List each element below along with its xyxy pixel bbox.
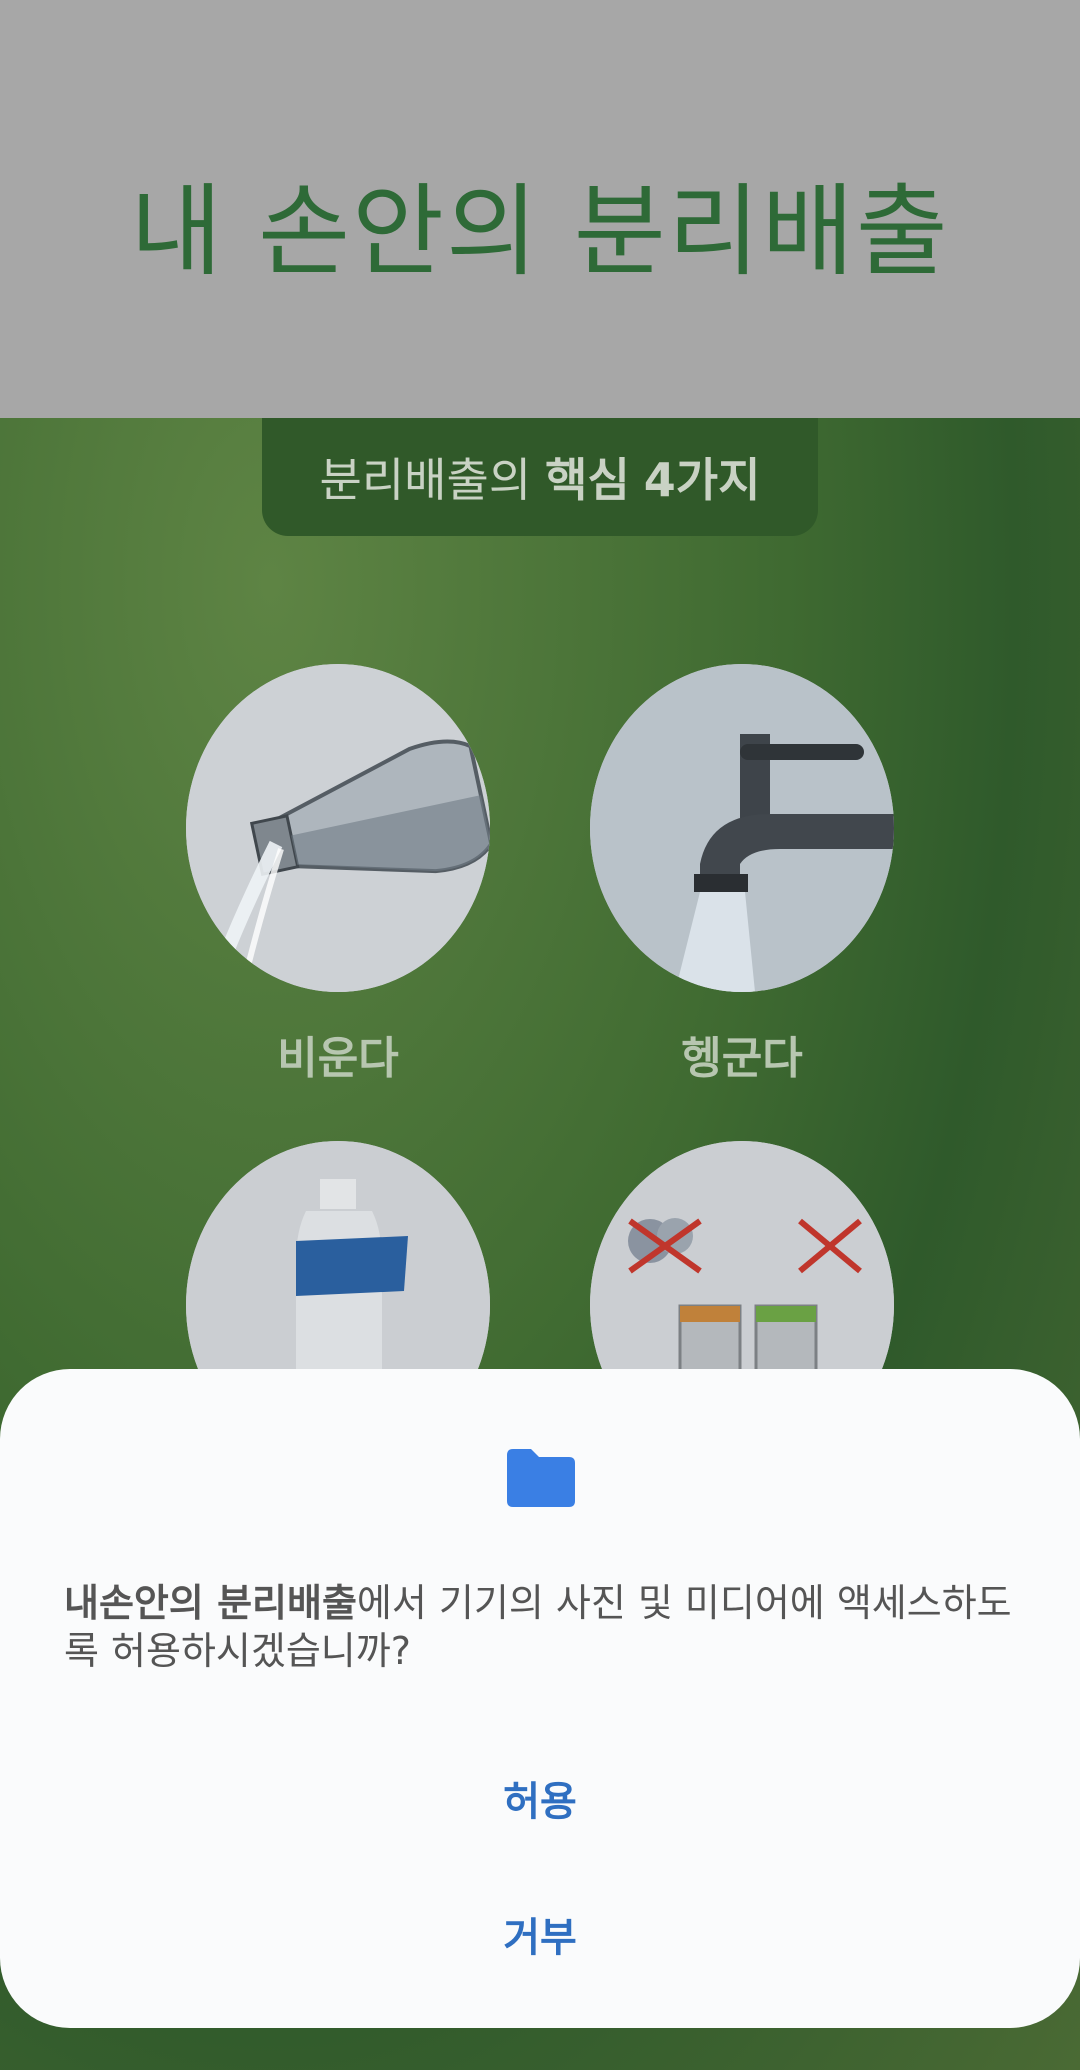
step-label-empty: 비운다 (277, 1033, 399, 1084)
section-tab-prefix: 분리배출의 (319, 453, 532, 507)
section-tab-bold: 핵심 (545, 453, 630, 507)
permission-dialog: 내손안의 분리배출에서 기기의 사진 및 미디어에 액세스하도록 허용하시겠습니… (0, 1369, 1080, 2028)
app-header: 내 손안의 분리배출 (0, 0, 1080, 418)
section-tab[interactable]: 분리배출의 핵심 4가지 (262, 418, 818, 536)
faucet-icon[interactable] (590, 664, 894, 992)
app-title: 내 손안의 분리배출 (130, 173, 950, 290)
folder-icon (507, 1449, 575, 1507)
deny-button[interactable]: 거부 (0, 1905, 1080, 1963)
step-label-rinse: 헹군다 (681, 1033, 803, 1084)
permission-app-name: 내손안의 분리배출 (64, 1581, 357, 1625)
section-tab-count: 4가지 (643, 453, 761, 507)
bottle-pour-icon[interactable] (186, 664, 490, 992)
allow-button[interactable]: 허용 (0, 1769, 1080, 1827)
permission-message: 내손안의 분리배출에서 기기의 사진 및 미디어에 액세스하도록 허용하시겠습니… (64, 1579, 1024, 1675)
